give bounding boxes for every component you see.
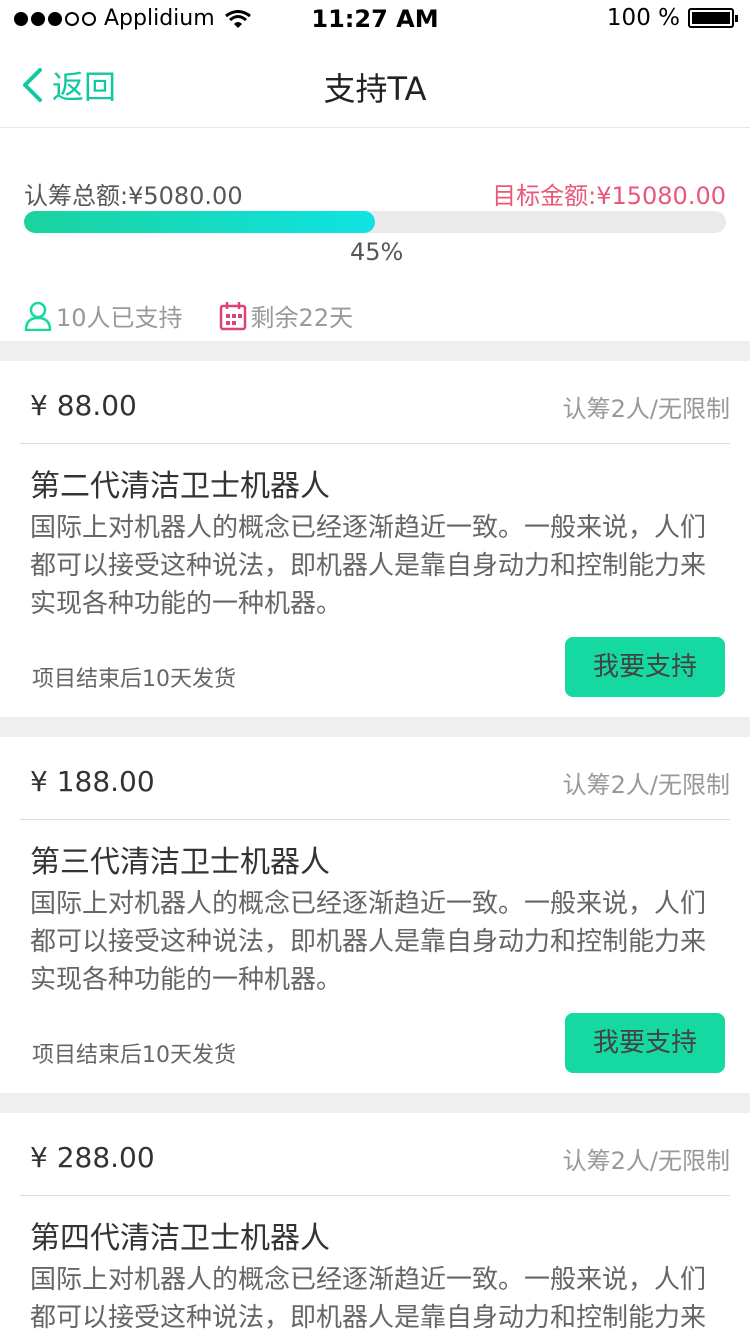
funding-meta: 10人已支持 剩余22天 — [24, 298, 353, 333]
section-divider — [0, 717, 750, 737]
funding-progress-bar — [24, 211, 726, 233]
reward-price: ¥ 288.00 — [30, 1141, 155, 1174]
reward-quota: 认筹2人/无限制 — [562, 771, 730, 799]
shipping-note: 项目结束后10天发货 — [32, 1043, 236, 1068]
reward-title: 第四代清洁卫士机器人 — [30, 1221, 330, 1256]
days-remaining: 剩余22天 — [250, 304, 354, 332]
support-button[interactable]: 我要支持 — [565, 1013, 725, 1073]
reward-price: ¥ 88.00 — [30, 389, 137, 422]
reward-description: 国际上对机器人的概念已经逐渐趋近一致。一般来说，人们都可以接受这种说法，即机器人… — [30, 1265, 707, 1333]
battery-icon — [688, 8, 738, 28]
battery-label: 100 % — [606, 5, 680, 31]
supporters-count: 10人已支持 — [56, 304, 183, 332]
reward-description: 国际上对机器人的概念已经逐渐趋近一致。一般来说，人们都可以接受这种说法，即机器人… — [30, 513, 707, 619]
card-separator — [20, 819, 730, 820]
reward-card: ¥ 288.00 认筹2人/无限制 第四代清洁卫士机器人 国际上对机器人的概念已… — [0, 1113, 750, 1334]
reward-card: ¥ 188.00 认筹2人/无限制 第三代清洁卫士机器人 国际上对机器人的概念已… — [0, 737, 750, 1093]
nav-bar: 返回 支持TA — [0, 40, 750, 128]
calendar-icon — [219, 301, 246, 330]
target-amount: 目标金额:¥15080.00 — [492, 182, 726, 210]
card-separator — [20, 1195, 730, 1196]
reward-quota: 认筹2人/无限制 — [562, 1147, 730, 1175]
reward-quota: 认筹2人/无限制 — [562, 395, 730, 423]
reward-description: 国际上对机器人的概念已经逐渐趋近一致。一般来说，人们都可以接受这种说法，即机器人… — [30, 889, 707, 995]
reward-card: ¥ 88.00 认筹2人/无限制 第二代清洁卫士机器人 国际上对机器人的概念已经… — [0, 361, 750, 717]
reward-title: 第三代清洁卫士机器人 — [30, 845, 330, 880]
progress-percent: 45% — [350, 238, 404, 266]
support-button[interactable]: 我要支持 — [565, 637, 725, 697]
funding-summary: 认筹总额:¥5080.00 目标金额:¥15080.00 45% 10人已支持 … — [0, 128, 750, 341]
section-divider — [0, 341, 750, 361]
card-separator — [20, 443, 730, 444]
shipping-note: 项目结束后10天发货 — [32, 667, 236, 692]
status-bar: Applidium 11:27 AM 100 % — [0, 0, 750, 40]
progress-fill — [24, 211, 375, 233]
section-divider — [0, 1093, 750, 1113]
reward-price: ¥ 188.00 — [30, 765, 155, 798]
raised-amount: 认筹总额:¥5080.00 — [24, 182, 243, 210]
page-title: 支持TA — [323, 70, 427, 108]
person-icon — [24, 301, 52, 331]
reward-title: 第二代清洁卫士机器人 — [30, 469, 330, 504]
